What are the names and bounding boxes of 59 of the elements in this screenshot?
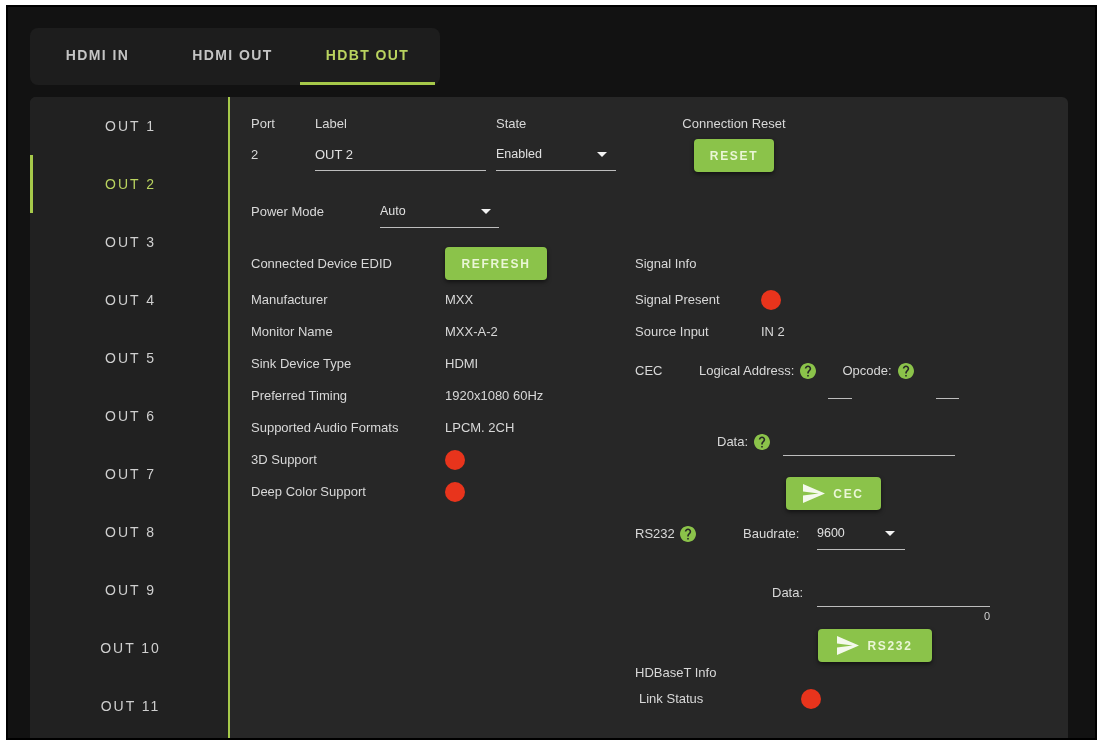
field-label: Label [315, 116, 348, 132]
sidebar-item[interactable]: OUT 4 [30, 271, 228, 329]
info-label: Source Input [635, 323, 710, 342]
info-label: Manufacturer [251, 291, 329, 310]
info-label: Monitor Name [251, 323, 334, 342]
field-label: CEC [635, 362, 664, 381]
power-mode-dropdown[interactable]: Auto [380, 202, 499, 228]
info-label: Supported Audio Formats [251, 419, 400, 438]
send-icon [837, 636, 860, 655]
caret-icon [481, 209, 491, 214]
info-value: IN 2 [761, 323, 785, 342]
field-label: Logical Address: [699, 362, 795, 381]
info-label: Sink Device Type [251, 355, 353, 374]
field-label: Baudrate: [743, 525, 800, 544]
info-label: Link Status [639, 690, 705, 709]
sidebar-item[interactable]: OUT 10 [30, 619, 228, 677]
field-label: RS232 [635, 525, 675, 544]
sidebar-item[interactable]: OUT 1 [30, 97, 228, 155]
info-value: 1920x1080 60Hz [445, 387, 544, 406]
field-label: Data: [717, 433, 749, 452]
sidebar-item[interactable]: OUT 6 [30, 387, 228, 445]
sidebar-item[interactable]: OUT 3 [30, 213, 228, 271]
sidebar-item[interactable]: OUT 8 [30, 503, 228, 561]
sidebar-item[interactable]: OUT 7 [30, 445, 228, 503]
help-icon [679, 526, 696, 542]
port-number: 2 [251, 146, 259, 165]
tab[interactable]: HDBT OUT [300, 28, 435, 85]
sidebar-item[interactable]: OUT 9 [30, 561, 228, 619]
info-value: MXX [445, 291, 474, 310]
help-icon [800, 363, 817, 379]
caret-icon [885, 531, 895, 536]
help-icon [897, 363, 914, 379]
info-label: Preferred Timing [251, 387, 349, 406]
tab[interactable]: HDMI OUT [165, 28, 300, 85]
field-label: Power Mode [251, 203, 324, 222]
sidebar-item[interactable]: OUT 5 [30, 329, 228, 387]
field-label: State [496, 116, 528, 132]
section-title: Connected Device EDID [251, 254, 393, 273]
field-label: Port [251, 116, 276, 132]
info-value: HDMI [445, 355, 479, 374]
character-counter: 0 [983, 610, 990, 623]
state-dropdown[interactable]: Enabled [496, 145, 616, 171]
field-label: Data: [772, 584, 804, 603]
field-label: Opcode: [842, 362, 892, 381]
info-value: MXX-A-2 [445, 323, 498, 342]
info-label: Signal Present [635, 291, 721, 310]
info-label: 3D Support [251, 451, 318, 470]
help-icon [754, 434, 771, 450]
section-title: HDBaseT Info [635, 664, 717, 683]
field-label: Connection Reset [682, 116, 786, 132]
caret-icon [597, 152, 607, 157]
label-input[interactable]: OUT 2 [315, 145, 486, 171]
info-value: LPCM. 2CH [445, 419, 515, 438]
tab[interactable]: HDMI IN [30, 28, 165, 85]
sidebar-item[interactable]: OUT 11 [30, 677, 228, 735]
send-icon [803, 484, 826, 503]
info-label: Deep Color Support [251, 483, 367, 502]
baudrate-dropdown[interactable]: 9600 [817, 524, 905, 550]
section-title: Signal Info [635, 254, 697, 273]
